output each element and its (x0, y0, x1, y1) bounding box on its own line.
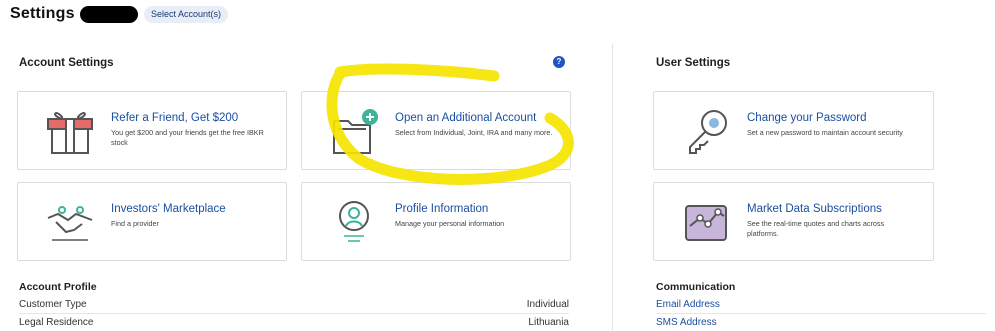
account-profile-title: Account Profile (19, 281, 97, 293)
card-title: Open an Additional Account (395, 112, 537, 124)
communication-title: Communication (656, 281, 736, 293)
help-icon[interactable]: ? (553, 56, 565, 68)
folder-plus-icon (326, 105, 382, 157)
profile-icon (326, 196, 382, 248)
card-title: Investors' Marketplace (111, 203, 226, 215)
card-description: Manage your personal information (395, 219, 505, 228)
card-title: Market Data Subscriptions (747, 203, 882, 215)
profile-row-label: Legal Residence (19, 317, 94, 328)
profile-row-legal-residence: Legal Residence Lithuania (19, 314, 569, 331)
sms-address-link[interactable]: SMS Address (656, 314, 986, 331)
card-description: See the real-time quotes and charts acro… (747, 219, 885, 238)
profile-row-customer-type: Customer Type Individual (19, 296, 569, 314)
email-address-link[interactable]: Email Address (656, 296, 986, 314)
column-divider (612, 44, 613, 331)
page-header: Settings Select Account(s) (0, 0, 995, 30)
user-settings-title: User Settings (656, 57, 731, 69)
profile-information-card[interactable]: Profile Information Manage your personal… (301, 182, 571, 261)
link-label: Email Address (656, 299, 720, 310)
card-title: Profile Information (395, 203, 489, 215)
link-label: SMS Address (656, 317, 717, 328)
account-settings-title: Account Settings (19, 57, 114, 69)
redacted-account-id (80, 6, 138, 23)
chart-icon (678, 196, 734, 248)
card-description: Select from Individual, Joint, IRA and m… (395, 128, 553, 137)
market-data-subscriptions-card[interactable]: Market Data Subscriptions See the real-t… (653, 182, 934, 261)
key-icon (678, 105, 734, 157)
card-description: Set a new password to maintain account s… (747, 128, 903, 137)
refer-friend-card[interactable]: Refer a Friend, Get $200 You get $200 an… (17, 91, 287, 170)
profile-row-value: Lithuania (528, 317, 569, 328)
change-password-card[interactable]: Change your Password Set a new password … (653, 91, 934, 170)
page-title: Settings (10, 5, 75, 22)
profile-row-value: Individual (526, 299, 569, 310)
investors-marketplace-card[interactable]: Investors' Marketplace Find a provider (17, 182, 287, 261)
card-title: Change your Password (747, 112, 867, 124)
card-description: Find a provider (111, 219, 159, 228)
open-additional-account-card[interactable]: Open an Additional Account Select from I… (301, 91, 571, 170)
handshake-icon (42, 196, 98, 248)
profile-row-label: Customer Type (19, 299, 87, 310)
card-description: You get $200 and your friends get the fr… (111, 128, 264, 147)
gift-icon (42, 105, 98, 157)
select-account-button[interactable]: Select Account(s) (144, 6, 229, 23)
card-title: Refer a Friend, Get $200 (111, 112, 239, 124)
